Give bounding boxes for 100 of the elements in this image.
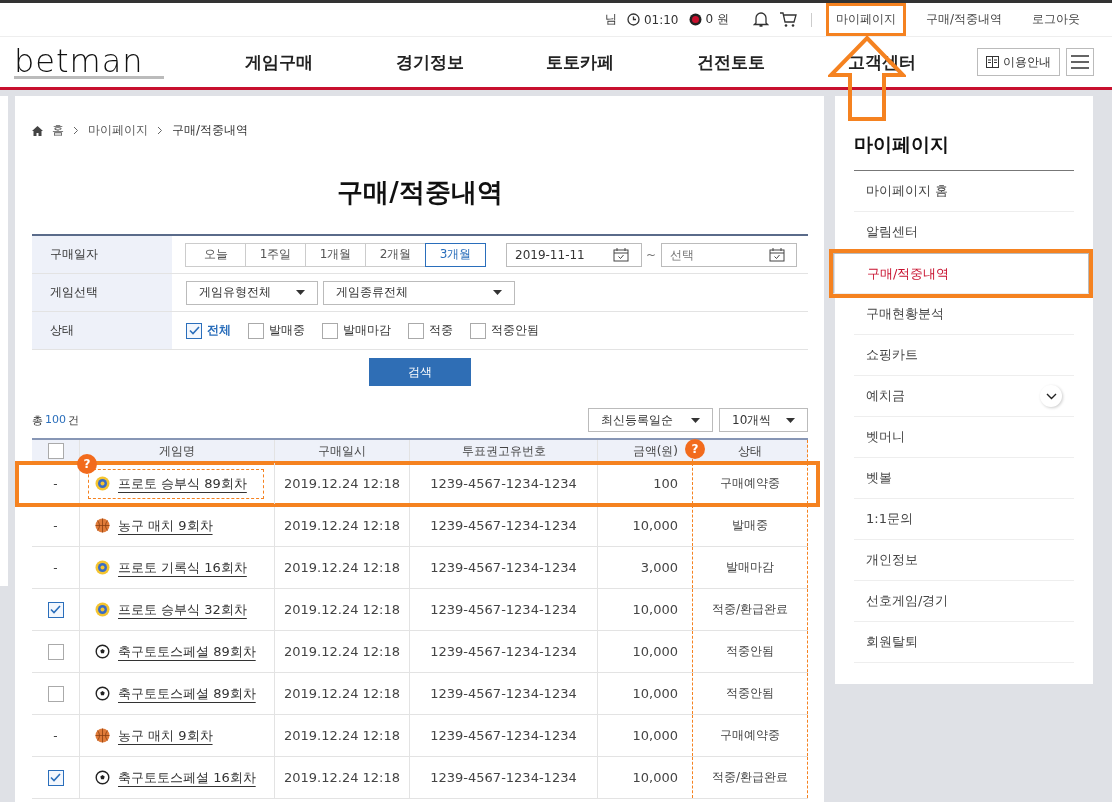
sidebar-item[interactable]: 마이페이지 홈: [854, 171, 1074, 212]
row-dash: -: [53, 518, 58, 533]
menu-button[interactable]: [1066, 48, 1094, 76]
help-badge: ?: [685, 439, 705, 459]
date-field[interactable]: 2019-11-11: [506, 242, 642, 267]
select-all-checkbox[interactable]: [47, 443, 64, 459]
game-link[interactable]: 프로토 승부식 32회차: [118, 600, 247, 619]
sidebar-item[interactable]: 1:1문의: [854, 499, 1074, 540]
sidebar-item[interactable]: 회원탈퇴: [854, 622, 1074, 663]
search-button[interactable]: 검색: [369, 358, 471, 386]
sidebar-title: 마이페이지: [854, 126, 1074, 171]
check-icon: [50, 773, 61, 782]
table-cell: 발매중: [693, 505, 808, 546]
date-input-field[interactable]: 선택: [661, 242, 798, 267]
total-count: 100: [45, 413, 66, 428]
row-checkbox[interactable]: [47, 601, 64, 618]
cart-icon[interactable]: [778, 11, 797, 28]
period-button[interactable]: 1주일: [245, 242, 306, 267]
bell-icon[interactable]: [752, 11, 769, 28]
nav-item[interactable]: 토토카페: [546, 50, 615, 74]
sidebar-item[interactable]: 쇼핑카트: [854, 335, 1074, 376]
sidebar-item[interactable]: 알림센터: [854, 212, 1074, 253]
table-cell: 10,000: [598, 715, 693, 756]
page-title: 구매/적중내역: [336, 176, 504, 209]
status-checkbox[interactable]: [186, 322, 202, 339]
game-select[interactable]: 게임유형전체: [186, 280, 318, 305]
breadcrumb-link[interactable]: 홈: [52, 122, 64, 139]
table-cell: 2019.12.24 12:18: [275, 589, 410, 630]
breadcrumb-link[interactable]: 구매/적중내역: [172, 122, 249, 139]
sidebar-item[interactable]: 구매현황분석: [854, 294, 1074, 335]
status-checkbox[interactable]: [248, 322, 264, 339]
target-icon: [95, 476, 110, 491]
period-button[interactable]: 1개월: [305, 242, 366, 267]
status-option-label: 적중안됨: [491, 322, 539, 339]
row-checkbox[interactable]: [47, 643, 64, 660]
game-link[interactable]: 축구토토스페셜 89회차: [118, 642, 256, 661]
table-cell: 구매예약중: [693, 715, 808, 756]
game-link[interactable]: 프로토 기록식 16회차: [118, 558, 247, 577]
game-link[interactable]: 농구 매치 9회차: [118, 516, 213, 535]
row-dash: -: [53, 728, 58, 743]
table-cell: 10,000: [598, 505, 693, 546]
game-link[interactable]: 축구토토스페셜 89회차: [118, 684, 256, 703]
status-checkbox[interactable]: [408, 322, 424, 339]
table-cell: 적중/환급완료: [693, 589, 808, 630]
coin-icon: [688, 13, 702, 26]
row-dash: -: [53, 560, 58, 575]
table-cell: 10,000: [598, 673, 693, 714]
table-cell: 1239-4567-1234-1234: [410, 547, 598, 588]
total-label: 총: [32, 413, 43, 428]
nav-item[interactable]: 건전토토: [697, 50, 766, 74]
table-cell: 10,000: [598, 631, 693, 672]
top-link[interactable]: 로그아웃: [1022, 3, 1090, 36]
filter-label: 상태: [32, 312, 172, 349]
filter-label: 구매일자: [32, 236, 172, 273]
game-link[interactable]: 축구토토스페셜 16회차: [118, 768, 256, 787]
breadcrumb-link[interactable]: 마이페이지: [88, 122, 148, 139]
sort-select[interactable]: 최신등록일순: [588, 408, 713, 432]
table-cell: 발매마감: [693, 547, 808, 588]
table-cell: 2019.12.24 12:18: [275, 757, 410, 798]
soccer-ball-icon: [95, 686, 110, 701]
top-link[interactable]: 구매/적중내역: [915, 3, 1012, 36]
sidebar-item[interactable]: 벳볼: [854, 458, 1074, 499]
period-button[interactable]: 3개월: [425, 242, 486, 267]
sidebar-item[interactable]: 예치금: [854, 376, 1074, 417]
guide-button[interactable]: 이용안내: [977, 48, 1060, 76]
sidebar-item[interactable]: 선호게임/경기: [854, 581, 1074, 622]
dropdown-icon: [296, 290, 305, 295]
nav-item[interactable]: 경기정보: [395, 50, 464, 74]
page-size-select[interactable]: 10개씩: [719, 408, 808, 432]
status-option-label: 전체: [207, 322, 231, 339]
home-icon: [32, 125, 43, 136]
calendar-icon[interactable]: [769, 247, 786, 262]
status-checkbox[interactable]: [322, 322, 338, 339]
game-select[interactable]: 게임종류전체: [323, 280, 515, 305]
table-cell: 적중안됨: [693, 631, 808, 672]
period-button[interactable]: 오늘: [185, 242, 246, 267]
row-checkbox[interactable]: [47, 769, 64, 786]
table-cell: 1239-4567-1234-1234: [410, 463, 598, 504]
dropdown-icon: [493, 290, 502, 295]
dropdown-icon: [786, 417, 795, 423]
table-cell: 1239-4567-1234-1234: [410, 715, 598, 756]
period-button[interactable]: 2개월: [365, 242, 426, 267]
calendar-icon[interactable]: [613, 247, 629, 262]
status-checkbox[interactable]: [470, 322, 486, 339]
game-link[interactable]: 농구 매치 9회차: [118, 726, 213, 745]
nav-item[interactable]: 게임구매: [245, 50, 314, 74]
row-checkbox[interactable]: [47, 685, 64, 702]
table-cell: 적중안됨: [693, 673, 808, 714]
session-timer: 01:10: [643, 12, 679, 27]
table-cell: 100: [598, 463, 693, 504]
logo[interactable]: betman: [14, 45, 164, 79]
table-cell: 10,000: [598, 757, 693, 798]
table-cell: 1239-4567-1234-1234: [410, 757, 598, 798]
basketball-icon: [95, 728, 110, 743]
top-link[interactable]: 마이페이지: [825, 3, 906, 36]
sidebar-item[interactable]: 개인정보: [854, 540, 1074, 581]
check-icon: [188, 326, 200, 335]
target-icon: [95, 560, 110, 575]
sidebar-item[interactable]: 벳머니: [854, 417, 1074, 458]
dropdown-icon: [691, 417, 700, 423]
